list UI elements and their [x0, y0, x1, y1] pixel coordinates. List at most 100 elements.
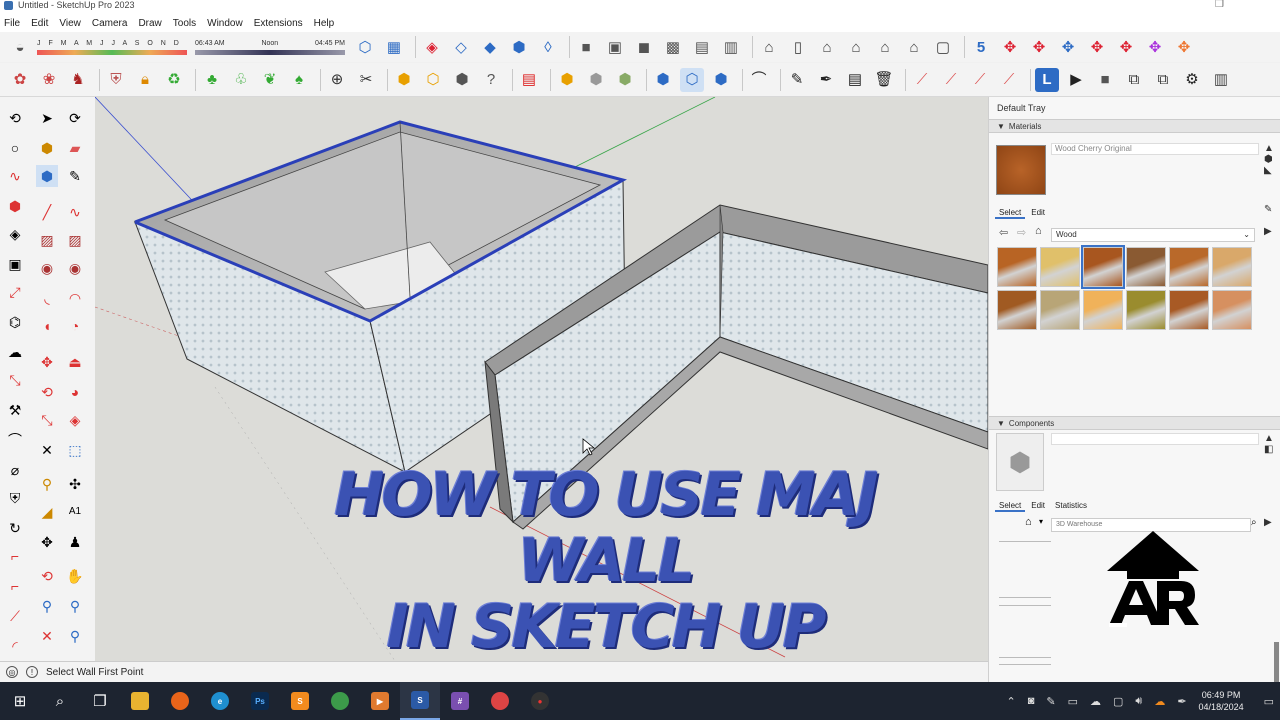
circle-icon[interactable]: ○ [4, 137, 26, 159]
make-component-icon[interactable]: ⬢ [36, 165, 58, 187]
sandbox-from-contours-icon[interactable]: ◈ [420, 35, 444, 59]
volume-icon[interactable]: 🔊︎ [1135, 695, 1142, 708]
component-help-icon[interactable]: ? [479, 68, 503, 92]
plugin-bush-icon[interactable]: ♠ [287, 68, 311, 92]
move-x-icon[interactable]: ✥ [1027, 35, 1051, 59]
menu-edit[interactable]: Edit [31, 18, 48, 29]
menu-camera[interactable]: Camera [92, 18, 128, 29]
material-swatch[interactable] [1126, 247, 1166, 287]
rotate-tool-icon[interactable]: ⟲ [36, 381, 58, 403]
play-icon[interactable]: ▶ [1064, 68, 1088, 92]
material-swatch[interactable] [997, 247, 1037, 287]
show-hidden-icons[interactable]: ⌃ [1006, 695, 1015, 708]
solid-intersect-icon[interactable]: ▣ [603, 35, 627, 59]
task-view-icon[interactable]: ❐ [80, 682, 120, 720]
top-view-icon[interactable]: ▯ [786, 35, 810, 59]
maj-wall-draw-icon[interactable]: ⬡ [680, 67, 704, 92]
offset-icon[interactable]: ◈ [64, 409, 86, 431]
presentation-app-icon[interactable]: ▶ [360, 682, 400, 720]
cloud-orange-icon[interactable]: ☁ [1154, 695, 1165, 708]
components-search-input[interactable]: 3D Warehouse [1051, 518, 1251, 532]
materials-panel-header[interactable]: ▼ Materials [989, 119, 1280, 133]
bottom-view-icon[interactable]: ▢ [931, 35, 955, 59]
diag-icon[interactable]: ⟋ [4, 605, 26, 627]
home-components-icon[interactable]: ⌂ [1025, 516, 1032, 528]
paint-cube-icon[interactable]: ⬢ [555, 68, 579, 92]
material-swatch[interactable] [1126, 290, 1166, 330]
component-box-icon[interactable]: ⬡ [421, 68, 445, 92]
date-slider-bar[interactable] [37, 50, 187, 55]
box-small-icon[interactable]: ▣ [4, 253, 26, 275]
measure-1-icon[interactable]: ⟋ [910, 68, 934, 92]
slack-icon[interactable]: # [440, 682, 480, 720]
freehand-icon[interactable]: ∿ [4, 165, 26, 187]
onedrive-icon[interactable]: ☁ [1090, 695, 1101, 708]
move-z-icon[interactable]: ✥ [1085, 35, 1109, 59]
material-swatch[interactable] [1169, 247, 1209, 287]
iso-view-icon[interactable]: ⌂ [757, 35, 781, 59]
layers-icon[interactable]: ◈ [4, 223, 26, 245]
battery-icon[interactable]: ▭ [1068, 695, 1078, 708]
rotate-small-icon[interactable]: ↻ [4, 517, 26, 539]
shadows-toggle-icon[interactable]: ◒ [8, 35, 32, 59]
move-y-icon[interactable]: ✥ [1056, 35, 1080, 59]
pen-icon[interactable]: ✎ [1046, 695, 1055, 708]
menu-tools[interactable]: Tools [173, 18, 196, 29]
dimension-icon[interactable]: ⬚ [64, 439, 86, 461]
recorder-icon[interactable]: ● [520, 682, 560, 720]
plugin-tree-icon[interactable]: ✿ [8, 68, 32, 92]
menu-extensions[interactable]: Extensions [254, 18, 303, 29]
details-arrow-icon[interactable]: ▶ [1264, 226, 1272, 237]
wrench-icon[interactable]: ⚒ [4, 399, 26, 421]
sublime-icon[interactable]: S [280, 682, 320, 720]
solid-trim-icon[interactable]: ▤ [690, 35, 714, 59]
tab-select[interactable]: Select [995, 208, 1026, 219]
move-n-icon[interactable]: ✥ [1114, 35, 1138, 59]
circle-tool-icon[interactable]: ◉ [36, 257, 58, 279]
line-tool-icon[interactable]: ╱ [36, 201, 58, 223]
components-panel-header[interactable]: ▼ Components [989, 416, 1280, 430]
shadow-time-slider[interactable]: 06:43 AM Noon 04:45 PM [195, 39, 345, 55]
plugin-leaf-icon[interactable]: ❦ [258, 68, 282, 92]
layout-icon[interactable]: L [1035, 67, 1059, 92]
components-details-icon[interactable]: ▶ [1264, 517, 1272, 528]
shadow-date-slider[interactable]: J F M A M J J A S O N D [37, 39, 187, 55]
tape-tool-icon[interactable]: ✕ [36, 439, 58, 461]
cloud-icon[interactable]: ☁ [4, 341, 26, 363]
file-explorer-icon[interactable] [120, 682, 160, 720]
forward-arrow-icon[interactable]: ⇨ [1017, 226, 1026, 239]
front-view-icon[interactable]: ⌂ [815, 35, 839, 59]
position-camera-icon[interactable]: ✥ [36, 531, 58, 553]
curve-icon[interactable]: ⌒ [4, 429, 26, 451]
back-arrow-icon[interactable]: ⇦ [999, 226, 1008, 239]
tab-statistics[interactable]: Statistics [1051, 501, 1091, 512]
previous-view-icon[interactable]: ⚲ [64, 625, 86, 647]
3d-text-icon[interactable]: A1 [64, 501, 86, 523]
arc-small-icon[interactable]: ◜ [4, 635, 26, 657]
plugin-lock-icon[interactable]: 🔒︎ [133, 68, 157, 92]
follow-me-icon[interactable]: ◕ [64, 381, 86, 403]
paint-bucket-icon[interactable]: ⬢ [36, 137, 58, 159]
pen-workspace-icon[interactable]: ✒ [1177, 695, 1186, 708]
rotated-rectangle-icon[interactable]: ▨ [64, 229, 86, 251]
move-e-icon[interactable]: ✥ [1143, 35, 1167, 59]
move-tool-icon[interactable]: ✥ [36, 351, 58, 373]
grid-icon[interactable]: ▦ [382, 35, 406, 59]
component-name-field[interactable] [1051, 433, 1259, 445]
axis-icon[interactable]: ⤢ [4, 281, 26, 303]
plugin-figure-icon[interactable]: ♞ [66, 68, 90, 92]
view-options-icon[interactable]: ▾ [1039, 517, 1043, 526]
notification-icon[interactable]: ▭ [1264, 695, 1274, 708]
photoshop-icon[interactable]: Ps [240, 682, 280, 720]
material-swatch[interactable] [1212, 290, 1252, 330]
clock[interactable]: 06:49 PM 04/18/2024 [1199, 689, 1244, 713]
firefox-icon[interactable] [160, 682, 200, 720]
brush-icon[interactable]: ✒ [814, 68, 838, 92]
measure-4-icon[interactable]: ⟋ [997, 68, 1021, 92]
smoove-icon[interactable]: ◆ [478, 35, 502, 59]
select-arrow-icon[interactable]: ➤ [36, 107, 58, 129]
material-swatch[interactable] [1083, 290, 1123, 330]
material-cube-icon[interactable]: ⬢ [584, 68, 608, 92]
extension-bar-icon[interactable]: ▥ [1209, 68, 1233, 92]
info-icon[interactable]: ! [26, 666, 38, 678]
